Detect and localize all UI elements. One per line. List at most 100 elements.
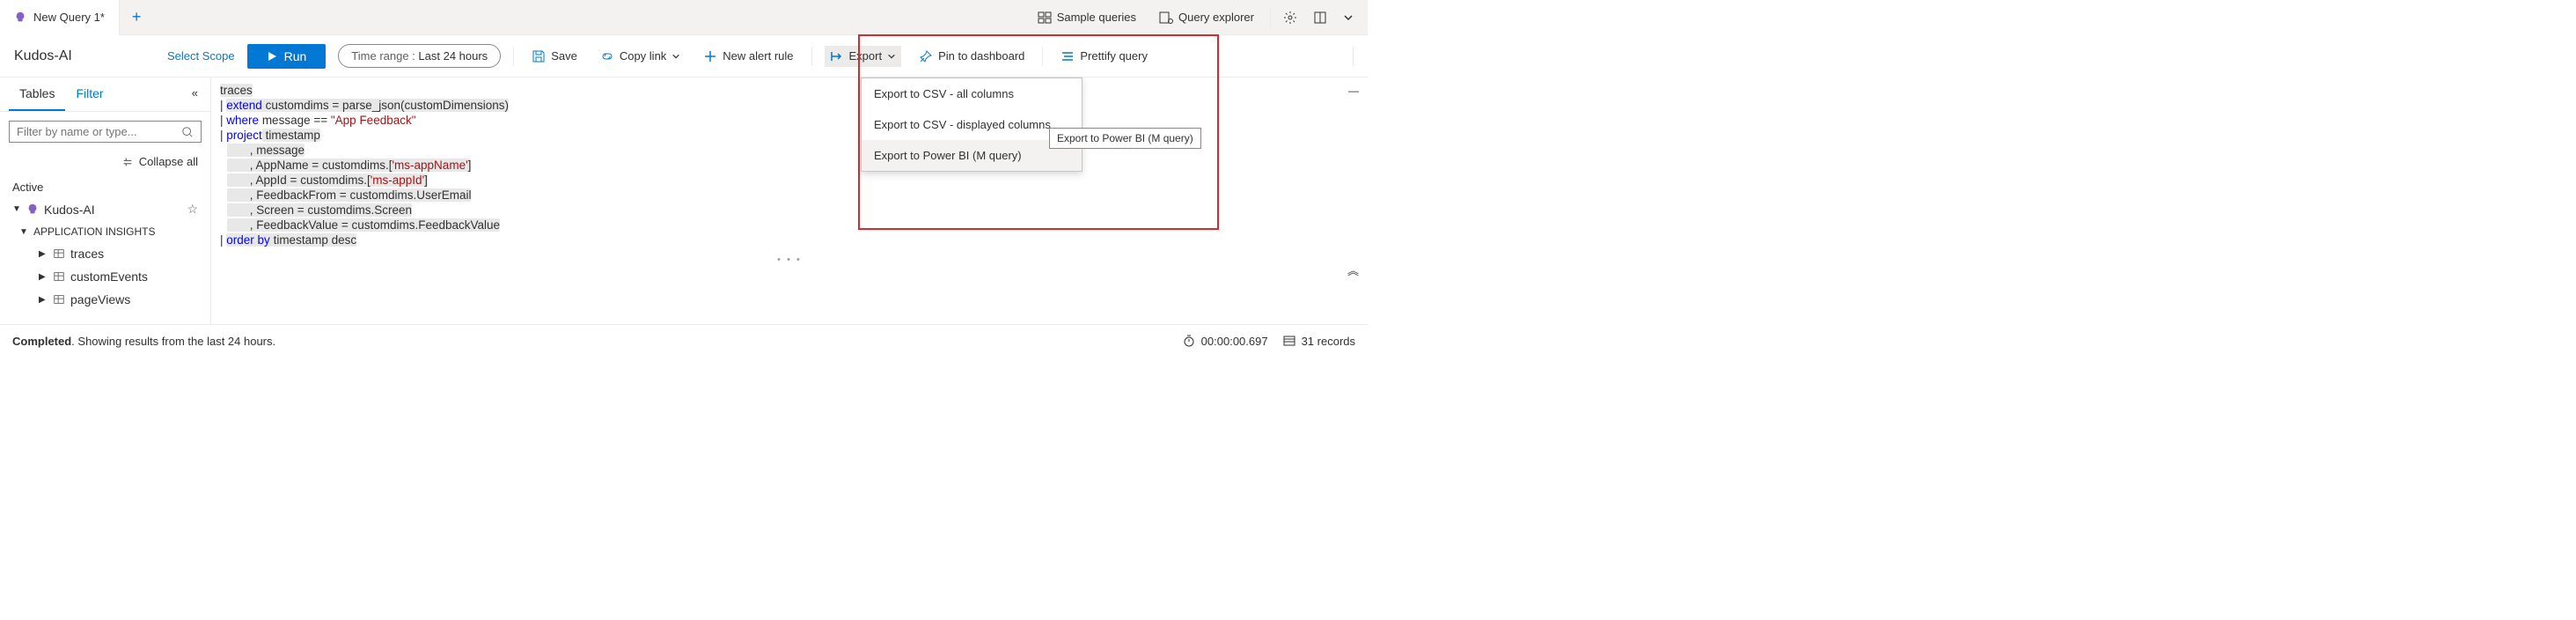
tree-item-label: traces — [70, 247, 104, 261]
gear-icon — [1283, 11, 1297, 25]
sample-queries-label: Sample queries — [1057, 11, 1136, 24]
section-active: Active — [0, 172, 210, 197]
more-chevron[interactable] — [1339, 9, 1357, 26]
tree: ▼ Kudos-AI ☆ ▼ APPLICATION INSIGHTS ▶ tr… — [0, 197, 210, 311]
query-explorer-icon — [1159, 11, 1173, 25]
tab-right-group: Sample queries Query explorer — [1031, 7, 1368, 28]
stopwatch-icon — [1182, 334, 1196, 348]
tree-group[interactable]: ▼ APPLICATION INSIGHTS — [9, 221, 202, 242]
table-icon — [53, 247, 65, 260]
run-button[interactable]: Run — [247, 44, 327, 69]
new-alert-label: New alert rule — [723, 49, 793, 63]
copy-link-label: Copy link — [620, 49, 666, 63]
tree-root-label: Kudos-AI — [44, 203, 95, 217]
status-completed: Completed — [12, 335, 71, 348]
divider — [1353, 47, 1354, 66]
prettify-button[interactable]: Prettify query — [1055, 46, 1153, 67]
tree-group-label: APPLICATION INSIGHTS — [33, 225, 155, 238]
tab-bar: New Query 1* + Sample queries Query expl… — [0, 0, 1368, 35]
main-area: Tables Filter « Collapse all Active ▼ Ku… — [0, 78, 1368, 324]
panel-button[interactable] — [1310, 7, 1331, 28]
pin-button[interactable]: Pin to dashboard — [914, 46, 1030, 67]
caret-right-icon: ▶ — [39, 249, 48, 259]
settings-button[interactable] — [1280, 7, 1301, 28]
tree-root[interactable]: ▼ Kudos-AI ☆ — [9, 197, 202, 221]
collapse-all-label: Collapse all — [139, 155, 198, 168]
table-icon — [53, 293, 65, 306]
link-icon — [600, 49, 614, 63]
tree-item-customevents[interactable]: ▶ customEvents — [9, 265, 202, 288]
pin-label: Pin to dashboard — [938, 49, 1024, 63]
chevron-down-icon — [672, 52, 680, 61]
sidebar-tabs: Tables Filter « — [0, 78, 210, 112]
toolbar: Kudos-AI Select Scope Run Time range : L… — [0, 35, 1368, 78]
sidebar: Tables Filter « Collapse all Active ▼ Ku… — [0, 78, 211, 324]
export-csv-all[interactable]: Export to CSV - all columns — [862, 78, 1082, 109]
chevron-down-icon — [1343, 12, 1354, 23]
search-input[interactable] — [17, 125, 181, 138]
query-editor[interactable]: traces| extend customdims = parse_json(c… — [211, 78, 1368, 253]
plus-icon — [703, 49, 717, 63]
add-tab-button[interactable]: + — [120, 8, 154, 26]
export-label: Export — [849, 49, 883, 63]
tooltip: Export to Power BI (M query) — [1049, 128, 1201, 149]
tree-item-traces[interactable]: ▶ traces — [9, 242, 202, 265]
tab-title: New Query 1* — [33, 11, 105, 24]
status-text: . Showing results from the last 24 hours… — [71, 335, 275, 348]
collapse-all-button[interactable]: Collapse all — [0, 151, 210, 172]
collapse-all-icon — [121, 156, 134, 168]
time-range-picker[interactable]: Time range : Last 24 hours — [338, 44, 501, 68]
status-bar: Completed. Showing results from the last… — [0, 324, 1368, 357]
caret-right-icon: ▶ — [39, 295, 48, 305]
pin-icon — [919, 49, 933, 63]
save-icon — [532, 49, 546, 63]
tree-item-pageviews[interactable]: ▶ pageViews — [9, 288, 202, 311]
records-value: 31 records — [1302, 335, 1355, 348]
time-range-label: Time range : — [351, 49, 418, 63]
new-alert-button[interactable]: New alert rule — [698, 46, 798, 67]
lightbulb-icon — [14, 11, 26, 24]
caret-right-icon: ▶ — [39, 272, 48, 282]
play-icon — [267, 51, 277, 62]
status-duration: 00:00:00.697 — [1182, 334, 1268, 348]
query-explorer-label: Query explorer — [1178, 11, 1254, 24]
editor-area: — traces| extend customdims = parse_json… — [211, 78, 1368, 324]
export-button[interactable]: Export — [825, 46, 902, 67]
copy-link-button[interactable]: Copy link — [595, 46, 686, 67]
divider — [513, 47, 514, 66]
prettify-label: Prettify query — [1080, 49, 1148, 63]
records-icon — [1282, 334, 1296, 348]
export-icon — [830, 49, 844, 63]
status-message: Completed. Showing results from the last… — [12, 335, 275, 348]
divider — [811, 47, 812, 66]
collapse-editor-button[interactable]: — — [1348, 85, 1359, 97]
status-right: 00:00:00.697 31 records — [1182, 334, 1355, 348]
sidebar-search[interactable] — [9, 121, 202, 143]
save-button[interactable]: Save — [526, 46, 583, 67]
table-icon — [53, 270, 65, 283]
duration-value: 00:00:00.697 — [1201, 335, 1268, 348]
caret-down-icon: ▼ — [19, 227, 28, 237]
status-records: 31 records — [1282, 334, 1355, 348]
time-range-value: Last 24 hours — [418, 49, 488, 63]
expand-chevron[interactable]: ︽ — [1347, 262, 1359, 278]
star-icon[interactable]: ☆ — [187, 202, 198, 217]
drag-handle[interactable]: • • • — [211, 253, 1368, 267]
search-icon — [181, 126, 194, 138]
query-explorer-button[interactable]: Query explorer — [1152, 7, 1261, 28]
select-scope-link[interactable]: Select Scope — [167, 49, 235, 63]
sample-queries-button[interactable]: Sample queries — [1031, 7, 1143, 28]
chevron-down-icon — [887, 52, 896, 61]
export-menu: Export to CSV - all columns Export to CS… — [861, 78, 1083, 172]
divider — [1270, 8, 1271, 27]
scope-name: Kudos-AI — [14, 48, 72, 64]
tab-filter[interactable]: Filter — [65, 78, 114, 111]
tab-tables[interactable]: Tables — [9, 78, 65, 111]
sample-queries-icon — [1038, 11, 1052, 25]
collapse-sidebar-button[interactable]: « — [188, 78, 202, 111]
run-label: Run — [284, 49, 307, 63]
save-label: Save — [551, 49, 577, 63]
lightbulb-icon — [26, 203, 39, 216]
query-tab[interactable]: New Query 1* — [0, 0, 120, 35]
caret-down-icon: ▼ — [12, 204, 21, 214]
